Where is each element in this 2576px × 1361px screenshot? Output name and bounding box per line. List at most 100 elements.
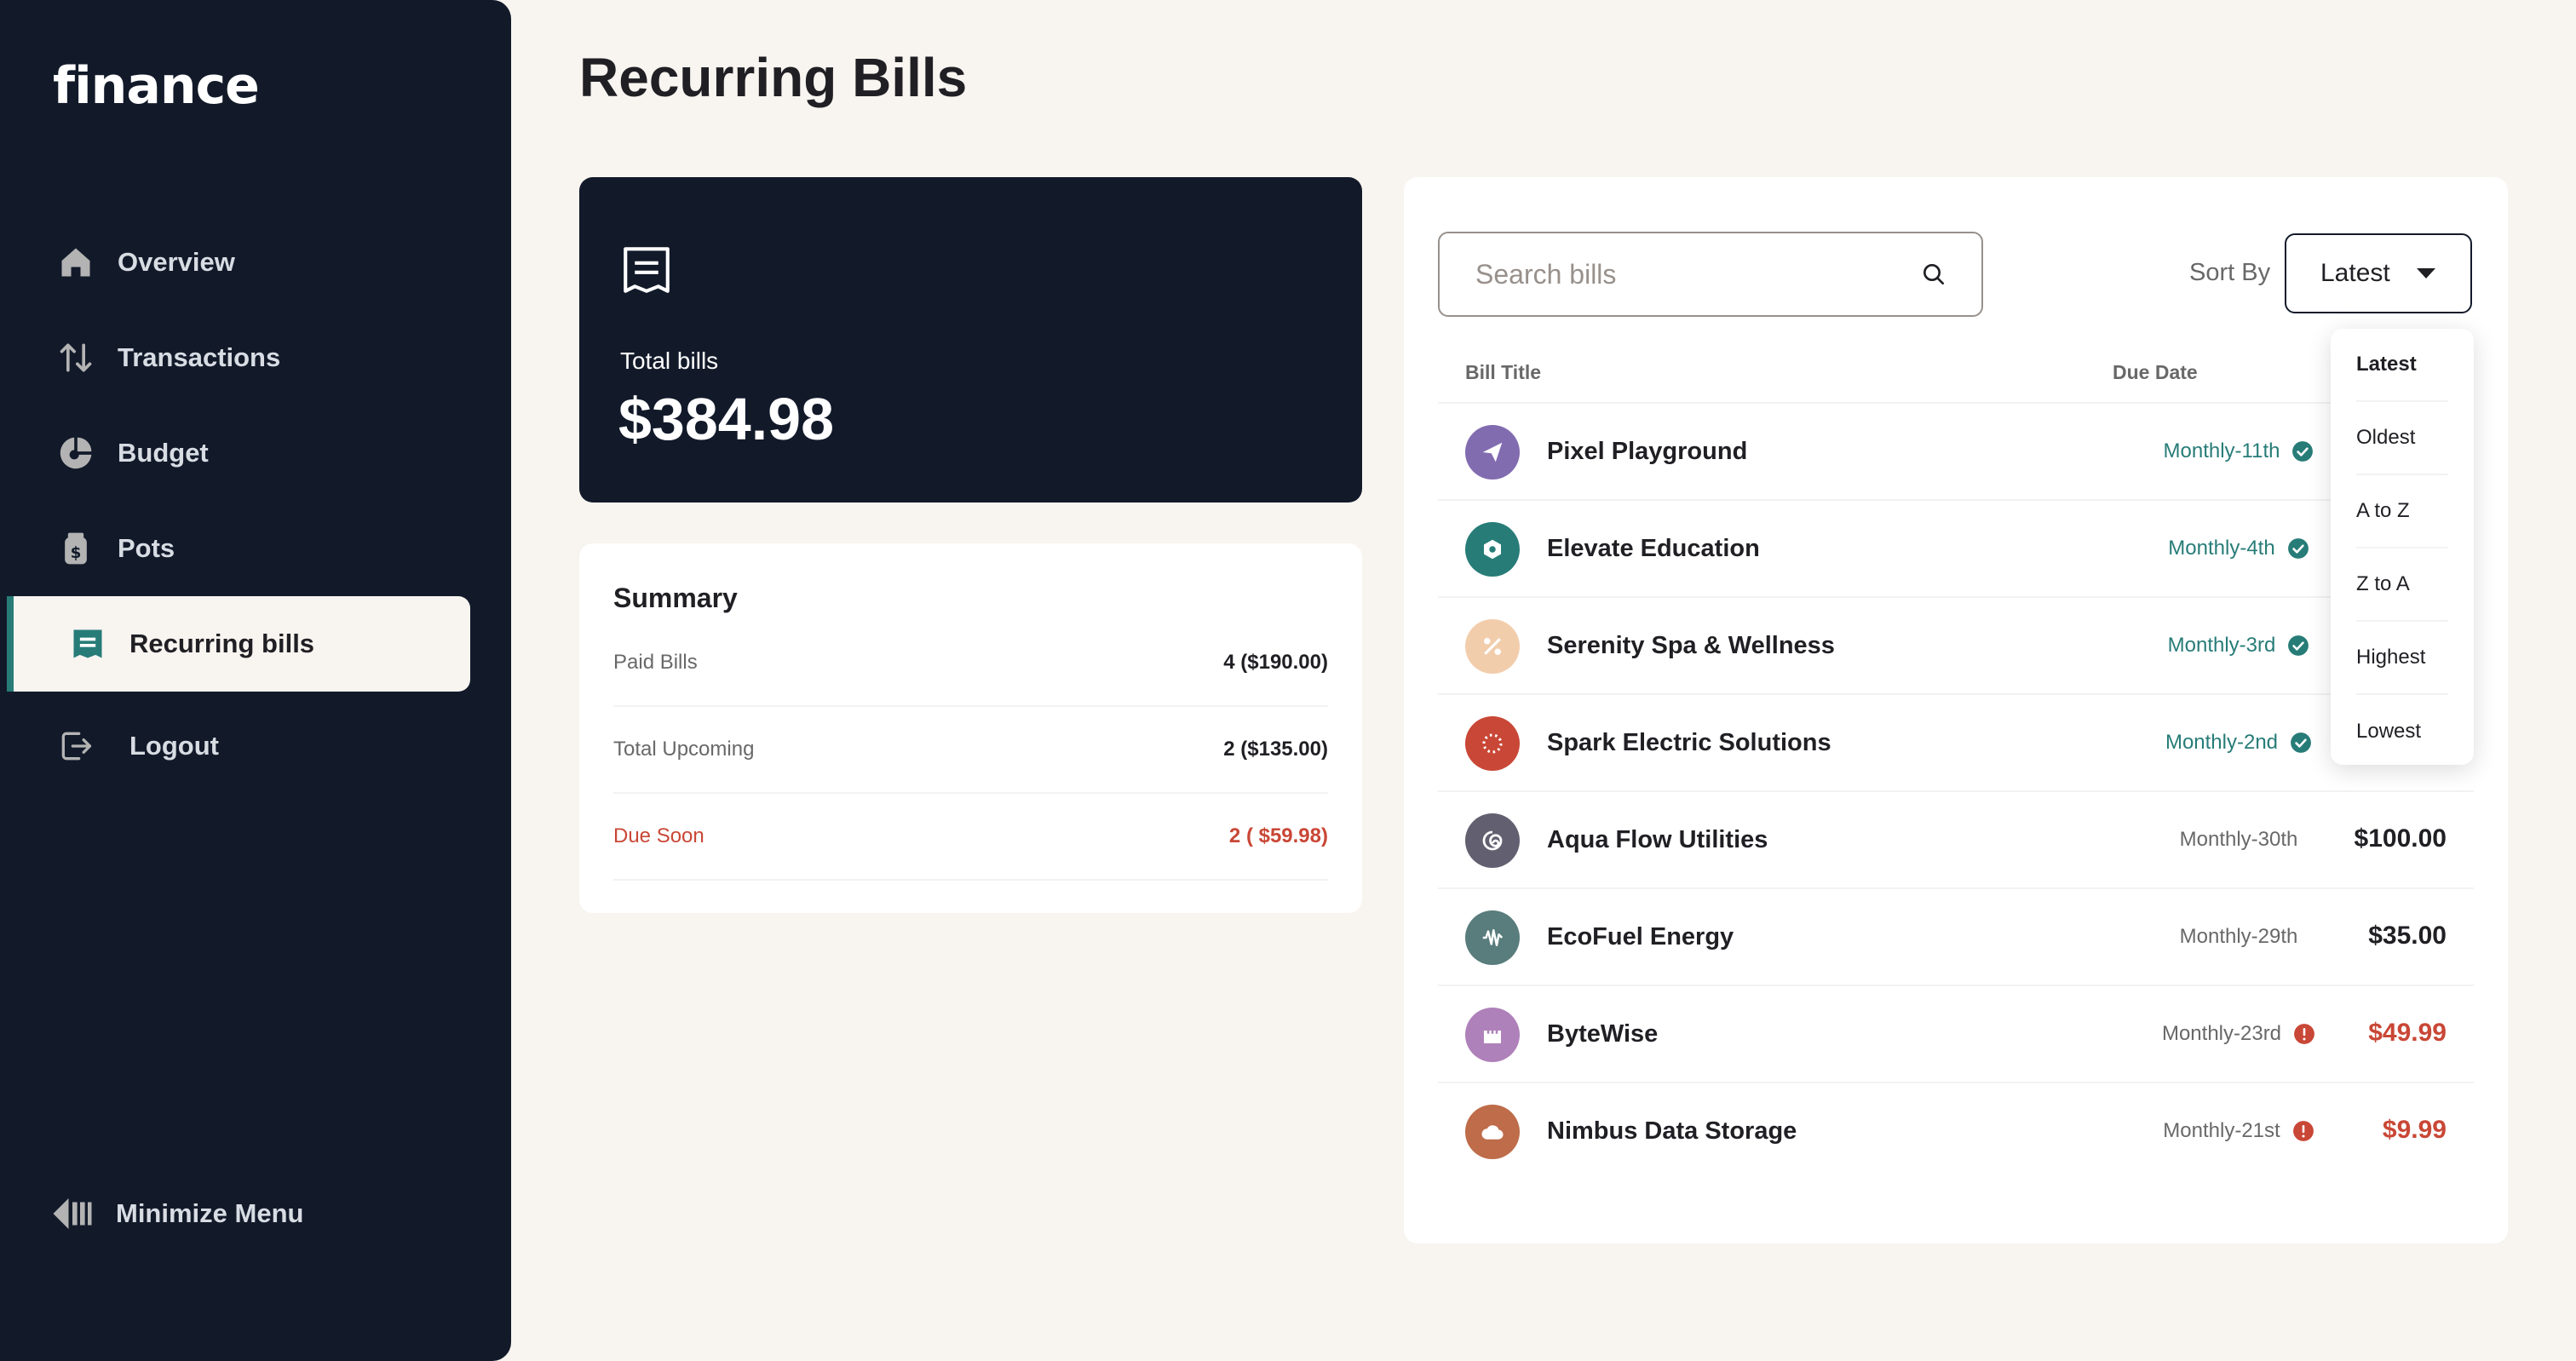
bill-due-text: Monthly-2nd xyxy=(2165,731,2279,754)
receipt-icon xyxy=(65,621,111,667)
castle-icon xyxy=(1484,1031,1501,1043)
check-circle-icon xyxy=(2292,441,2314,462)
summary-row-due-soon: Due Soon 2 ( $59.98) xyxy=(613,794,1328,881)
bill-row[interactable]: Aqua Flow Utilities Monthly-30th $100.00 xyxy=(1438,790,2474,887)
bill-due-text: Monthly-3rd xyxy=(2167,634,2276,657)
sort-option[interactable]: Lowest xyxy=(2356,695,2448,768)
bill-title: Nimbus Data Storage xyxy=(1547,1117,1797,1145)
caret-down-icon xyxy=(2417,268,2435,279)
bill-row[interactable]: Spark Electric Solutions Monthly-2nd xyxy=(1438,693,2474,790)
summary-label: Paid Bills xyxy=(613,651,698,674)
bill-avatar xyxy=(1465,425,1520,480)
bill-due-date: Monthly-23rd xyxy=(2068,1022,2409,1046)
search-box[interactable] xyxy=(1438,232,1983,317)
sidebar-item-label: Pots xyxy=(118,533,175,563)
search-icon[interactable] xyxy=(1920,261,1947,288)
bill-title: Pixel Playground xyxy=(1547,438,1748,465)
summary-label: Due Soon xyxy=(613,824,704,847)
alert-circle-icon xyxy=(2294,1024,2314,1044)
dotted-circle-icon xyxy=(1482,733,1503,754)
sort-option[interactable]: Oldest xyxy=(2356,402,2448,475)
bill-due-text: Monthly-23rd xyxy=(2161,1022,2282,1045)
minimize-menu-button[interactable]: Minimize Menu xyxy=(49,1191,303,1237)
bill-title: Aqua Flow Utilities xyxy=(1547,826,1768,853)
minimize-arrow-icon xyxy=(49,1191,95,1237)
bill-avatar xyxy=(1465,813,1520,868)
bill-amount: $100.00 xyxy=(2354,824,2447,853)
summary-value: 2 ( $59.98) xyxy=(1228,824,1328,847)
bill-row[interactable]: Pixel Playground Monthly-11th xyxy=(1438,402,2474,499)
sidebar-item-logout[interactable]: Logout xyxy=(7,698,470,794)
summary-label: Total Upcoming xyxy=(613,738,755,761)
sidebar-item-transactions[interactable]: Transactions xyxy=(7,310,470,405)
bill-amount: $35.00 xyxy=(2368,922,2447,950)
page-title: Recurring Bills xyxy=(579,47,968,108)
sidebar-item-overview[interactable]: Overview xyxy=(7,215,470,310)
sidebar-item-budget[interactable]: Budget xyxy=(7,405,470,501)
alert-circle-icon xyxy=(2292,1121,2314,1141)
cloud-icon xyxy=(1481,1125,1504,1140)
arrows-updown-icon xyxy=(53,335,99,381)
bill-row[interactable]: Serenity Spa & Wellness Monthly-3rd xyxy=(1438,596,2474,693)
app-logo: finance xyxy=(53,56,260,116)
sort-option[interactable]: Latest xyxy=(2356,329,2448,402)
bill-avatar xyxy=(1465,716,1520,771)
svg-text:$: $ xyxy=(71,544,82,562)
sidebar-item-label: Transactions xyxy=(118,342,281,372)
bill-due-text: Monthly-29th xyxy=(2179,925,2298,948)
sort-dropdown-menu: Latest Oldest A to ZZ to A Highest Lowest xyxy=(2331,329,2474,765)
bill-title: ByteWise xyxy=(1547,1020,1659,1048)
paper-plane-icon xyxy=(1482,442,1503,462)
bill-due-text: Monthly-30th xyxy=(2179,828,2298,851)
bill-row[interactable]: ByteWise Monthly-23rd $49.99 xyxy=(1438,985,2474,1082)
sidebar-item-recurring-bills[interactable]: Recurring bills xyxy=(7,596,470,692)
summary-card: Summary Paid Bills 4 ($190.00) Total Upc… xyxy=(579,543,1362,913)
bill-avatar xyxy=(1465,1105,1520,1159)
total-bills-amount: $384.98 xyxy=(618,386,835,452)
sidebar-item-label: Recurring bills xyxy=(129,629,315,658)
bill-row[interactable]: Nimbus Data Storage Monthly-21st $9.99 xyxy=(1438,1082,2474,1179)
total-bills-label: Total bills xyxy=(620,347,719,374)
column-header-due-date: Due Date xyxy=(2113,361,2198,383)
spiral-icon xyxy=(1482,830,1503,851)
bill-due-text: Monthly-11th xyxy=(2163,439,2280,462)
bill-avatar xyxy=(1465,619,1520,674)
sort-option[interactable]: Highest xyxy=(2356,622,2448,695)
check-circle-icon xyxy=(2291,732,2311,753)
summary-value: 2 ($135.00) xyxy=(1223,738,1328,761)
bill-due-text: Monthly-4th xyxy=(2168,537,2275,560)
bill-avatar xyxy=(1465,522,1520,577)
minimize-menu-label: Minimize Menu xyxy=(116,1198,304,1228)
hexagon-icon xyxy=(1484,539,1501,560)
sidebar: finance Overview Transactions Budget $ P… xyxy=(0,0,511,1361)
sort-select[interactable]: Latest xyxy=(2285,233,2472,313)
sidebar-item-label: Budget xyxy=(118,438,209,468)
bill-row[interactable]: EcoFuel Energy Monthly-29th $35.00 xyxy=(1438,887,2474,985)
jar-icon: $ xyxy=(53,525,99,571)
sort-option[interactable]: A to Z xyxy=(2356,475,2448,548)
sidebar-item-pots[interactable]: $ Pots xyxy=(7,501,470,596)
bill-row[interactable]: Elevate Education Monthly-4th xyxy=(1438,499,2474,596)
logout-icon xyxy=(53,723,99,769)
summary-value: 4 ($190.00) xyxy=(1223,651,1328,674)
summary-title: Summary xyxy=(613,583,738,613)
sidebar-item-label: Overview xyxy=(118,247,235,277)
bill-due-date: Monthly-29th xyxy=(2068,925,2409,949)
sort-option[interactable]: Z to A xyxy=(2356,548,2448,622)
bill-amount: $9.99 xyxy=(2382,1116,2447,1144)
pie-chart-icon xyxy=(53,430,99,476)
check-circle-icon xyxy=(2288,635,2309,656)
sort-selected-value: Latest xyxy=(2320,259,2390,287)
bill-avatar xyxy=(1465,910,1520,965)
total-bills-card: Total bills $384.98 xyxy=(579,177,1362,502)
percent-icon xyxy=(1484,638,1501,655)
summary-row-upcoming: Total Upcoming 2 ($135.00) xyxy=(613,707,1328,794)
check-circle-icon xyxy=(2287,538,2309,559)
search-input[interactable] xyxy=(1474,257,1920,291)
bill-title: Spark Electric Solutions xyxy=(1547,729,1831,756)
sort-by-label: Sort By xyxy=(2189,259,2271,286)
bill-due-date: Monthly-21st xyxy=(2068,1119,2409,1143)
waveform-icon xyxy=(1482,929,1504,946)
bill-avatar xyxy=(1465,1008,1520,1062)
column-header-bill-title: Bill Title xyxy=(1465,361,1542,383)
